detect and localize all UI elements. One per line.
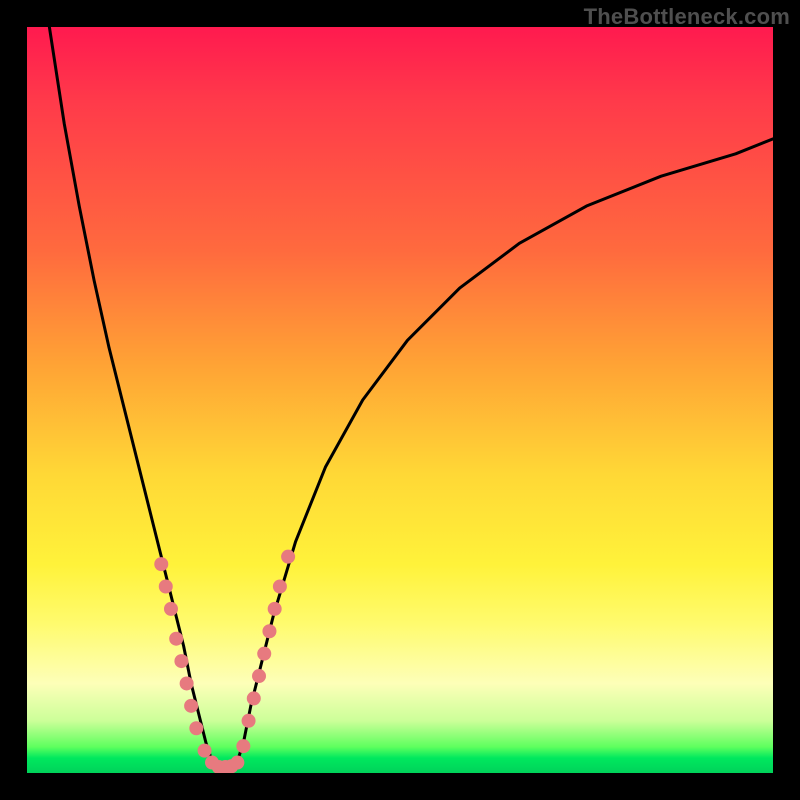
- overlay-dot: [159, 580, 173, 594]
- curve-layer: [49, 27, 773, 769]
- overlay-dot: [169, 632, 183, 646]
- watermark-text: TheBottleneck.com: [584, 4, 790, 30]
- overlay-dot: [184, 699, 198, 713]
- overlay-dot: [247, 691, 261, 705]
- dots-layer: [154, 550, 295, 773]
- outer-frame: TheBottleneck.com: [0, 0, 800, 800]
- overlay-dot: [242, 714, 256, 728]
- overlay-dot: [230, 756, 244, 770]
- overlay-dot: [257, 647, 271, 661]
- overlay-dot: [268, 602, 282, 616]
- overlay-dot: [164, 602, 178, 616]
- overlay-dot: [180, 676, 194, 690]
- overlay-dot: [281, 550, 295, 564]
- overlay-dot: [174, 654, 188, 668]
- overlay-dot: [189, 721, 203, 735]
- overlay-dot: [198, 744, 212, 758]
- series-right-branch: [236, 139, 773, 766]
- overlay-dot: [236, 739, 250, 753]
- chart-svg: [27, 27, 773, 773]
- overlay-dot: [252, 669, 266, 683]
- overlay-dot: [262, 624, 276, 638]
- overlay-dot: [154, 557, 168, 571]
- series-left-branch: [49, 27, 213, 766]
- overlay-dot: [273, 580, 287, 594]
